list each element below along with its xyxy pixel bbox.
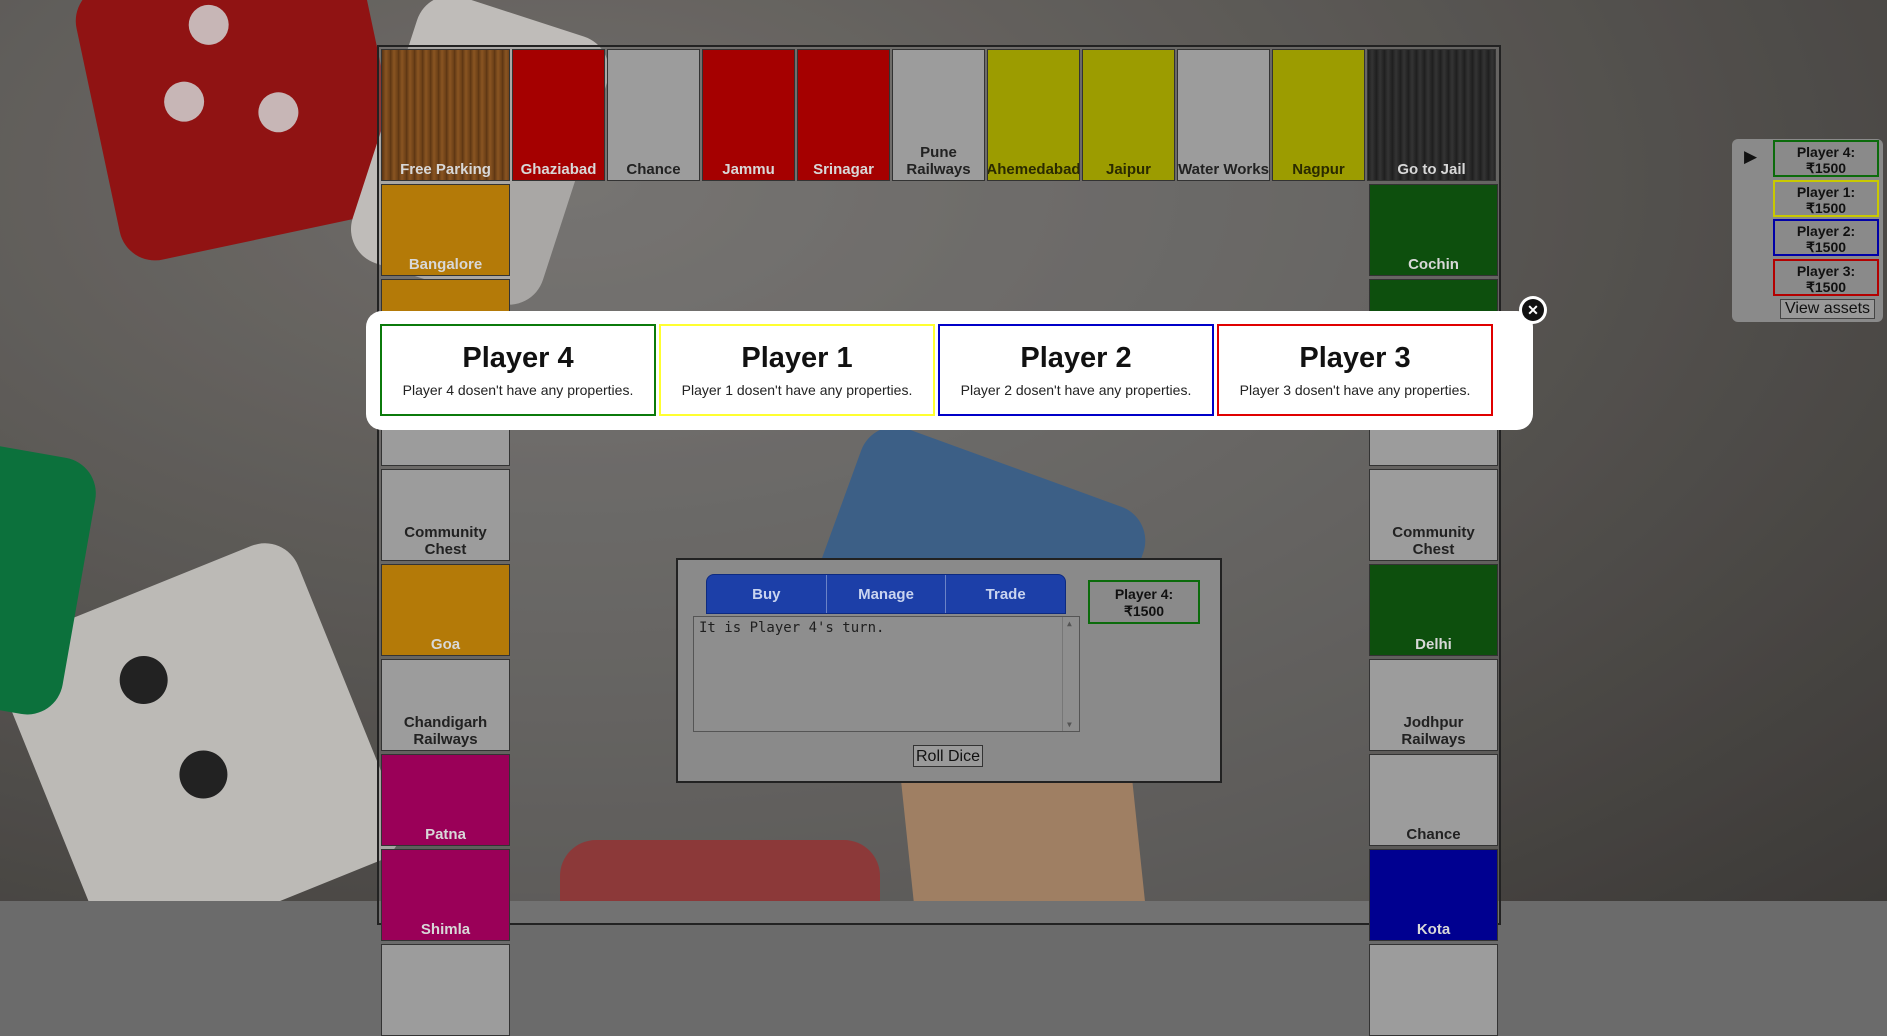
sidebar-player-money: ₹1500: [1805, 199, 1847, 216]
sidebar-player-name: Player 3:: [1796, 262, 1856, 279]
board-space[interactable]: Jodhpur Railways: [1369, 659, 1498, 751]
board-space[interactable]: Srinagar: [797, 49, 890, 181]
board-space[interactable]: Patna: [381, 754, 510, 846]
board-space-label: Chance: [1406, 826, 1461, 843]
board-space-label: Jammu: [722, 161, 775, 178]
current-player-money: ₹1500: [1123, 603, 1165, 619]
board-space-label: Kota: [1416, 921, 1451, 938]
board-space[interactable]: Jaipur: [1082, 49, 1175, 181]
board-space[interactable]: Chance: [1369, 754, 1498, 846]
board-space[interactable]: Jammu: [702, 49, 795, 181]
board-space[interactable]: Chandigarh Railways: [381, 659, 510, 751]
player-card-name: Player 1: [741, 342, 853, 374]
game-log[interactable]: It is Player 4's turn. ▲ ▼: [693, 616, 1080, 732]
board-space-label: Shimla: [420, 921, 471, 938]
player-assets-card: Player 3 Player 3 dosen't have any proper…: [1217, 324, 1493, 416]
board-space-label: Bangalore: [408, 256, 483, 273]
board-space-label: Nagpur: [1292, 161, 1345, 178]
sidebar-player-box[interactable]: Player 1: ₹1500: [1773, 179, 1879, 217]
sidebar-player-money: ₹1500: [1805, 160, 1847, 176]
player-card-description: Player 2 dosen't have any properties.: [960, 382, 1192, 398]
tab-manage[interactable]: Manage: [827, 575, 947, 613]
player-card-description: Player 4 dosen't have any properties.: [402, 382, 634, 398]
board-space[interactable]: Cochin: [1369, 184, 1498, 276]
current-player-box: Player 4: ₹1500: [1088, 580, 1200, 624]
player-assets-card: Player 2 Player 2 dosen't have any proper…: [938, 324, 1214, 416]
board-space[interactable]: Ghaziabad: [512, 49, 605, 181]
board-space[interactable]: Kota: [1369, 849, 1498, 941]
sidebar-player-name: Player 2:: [1796, 223, 1856, 239]
board-space-label: Chance: [626, 161, 681, 178]
player-card-name: Player 4: [462, 342, 574, 374]
scroll-up-icon[interactable]: ▲: [1067, 619, 1072, 628]
roll-dice-button[interactable]: Roll Dice: [913, 745, 983, 767]
board-space-label: Community Chest: [1392, 524, 1475, 558]
game-board: Free Parking Ghaziabad Chance Jammu Srinagar…: [377, 45, 1501, 1036]
board-space-label: Delhi: [1415, 636, 1452, 653]
scroll-down-icon[interactable]: ▼: [1067, 720, 1072, 729]
board-space[interactable]: Nagpur: [1272, 49, 1365, 181]
player-card-name: Player 2: [1020, 342, 1132, 374]
close-popup-button[interactable]: ✕: [1519, 296, 1547, 324]
board-space[interactable]: Chance: [607, 49, 700, 181]
sidebar-player-name: Player 4:: [1796, 144, 1856, 160]
player-card-description: Player 1 dosen't have any properties.: [681, 382, 913, 398]
board-space-label: Pune Railways: [906, 144, 971, 178]
board-space-label: Go to Jail: [1397, 161, 1466, 178]
board-space-label: Water Works: [1178, 161, 1269, 178]
board-space[interactable]: Delhi: [1369, 564, 1498, 656]
view-assets-button[interactable]: View assets: [1780, 299, 1875, 319]
board-space-label: Ahemedabad: [987, 161, 1080, 178]
tab-buy[interactable]: Buy: [707, 575, 827, 613]
close-icon: ✕: [1522, 299, 1544, 321]
turn-arrow-icon: ▶: [1744, 147, 1758, 166]
board-space-label: Srinagar: [813, 161, 874, 178]
sidebar-player-money: ₹1500: [1805, 278, 1847, 295]
player-card-description: Player 3 dosen't have any properties.: [1239, 382, 1471, 398]
board-space[interactable]: Shimla: [381, 849, 510, 941]
tab-trade[interactable]: Trade: [946, 575, 1065, 613]
board-space[interactable]: Water Works: [1177, 49, 1270, 181]
board-space[interactable]: Community Chest: [1369, 469, 1498, 561]
player-card-name: Player 3: [1299, 342, 1411, 374]
board-space-label: Ghaziabad: [520, 161, 597, 178]
board-space-label: Jaipur: [1105, 161, 1151, 178]
board-space[interactable]: Go to Jail: [1367, 49, 1496, 181]
player-assets-card: Player 1 Player 1 dosen't have any proper…: [659, 324, 935, 416]
board-space-label: Goa: [430, 636, 461, 653]
sidebar-player-box[interactable]: Player 4: ₹1500: [1773, 140, 1879, 177]
board-space-label: Jodhpur Railways: [1401, 714, 1466, 748]
player-assets-card: Player 4 Player 4 dosen't have any proper…: [380, 324, 656, 416]
board-space[interactable]: [1369, 944, 1498, 1036]
action-tabs: Buy Manage Trade: [706, 574, 1066, 614]
board-space-label: Community Chest: [404, 524, 487, 558]
sidebar-player-money: ₹1500: [1805, 239, 1847, 255]
board-space[interactable]: Goa: [381, 564, 510, 656]
board-space[interactable]: [381, 944, 510, 1036]
log-scrollbar[interactable]: ▲ ▼: [1062, 617, 1079, 731]
assets-popup: Player 4 Player 4 dosen't have any proper…: [366, 311, 1533, 430]
sidebar-player-name: Player 1:: [1796, 183, 1856, 200]
board-space[interactable]: Free Parking: [381, 49, 510, 181]
control-panel: Buy Manage Trade Player 4: ₹1500 It is P…: [676, 558, 1222, 783]
sidebar-player-box[interactable]: Player 2: ₹1500: [1773, 219, 1879, 256]
board-space[interactable]: Ahemedabad: [987, 49, 1080, 181]
board-space-label: Free Parking: [400, 161, 491, 178]
player-sidebar: ▶ Player 4: ₹1500 Player 1: ₹1500 Player 2: ₹…: [1732, 139, 1883, 322]
board-space-label: Chandigarh Railways: [403, 714, 488, 748]
board-space-label: Cochin: [1408, 256, 1459, 273]
board-space[interactable]: Community Chest: [381, 469, 510, 561]
board-space-label: Patna: [425, 826, 466, 843]
sidebar-player-box[interactable]: Player 3: ₹1500: [1773, 258, 1879, 296]
board-space[interactable]: Pune Railways: [892, 49, 985, 181]
current-player-name: Player 4:: [1114, 586, 1174, 602]
board-space[interactable]: Bangalore: [381, 184, 510, 276]
game-log-text: It is Player 4's turn.: [699, 620, 885, 636]
